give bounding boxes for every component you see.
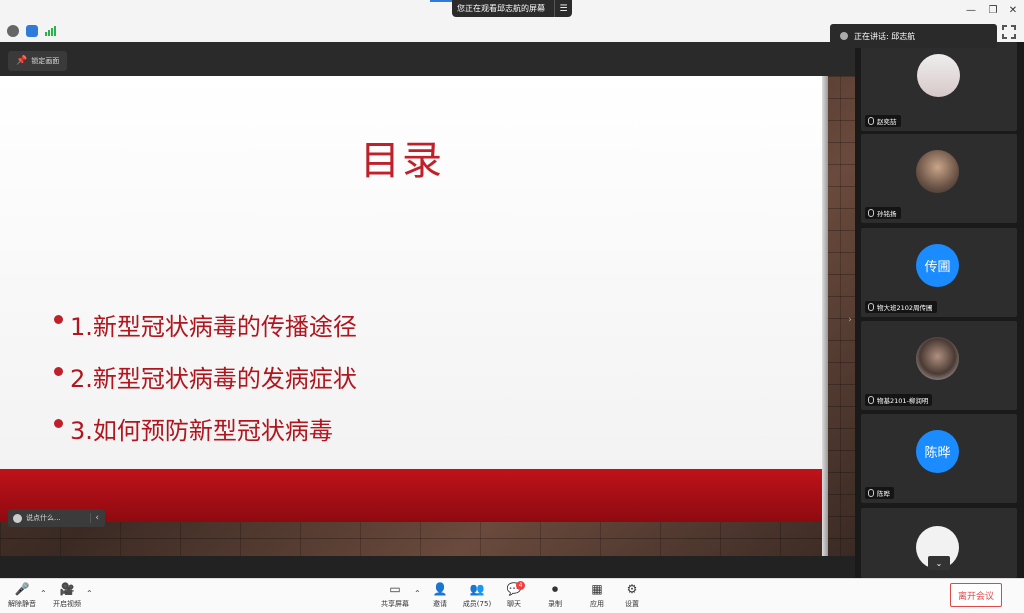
bullet-dot (54, 315, 63, 324)
participant-name: 赵奕喆 (865, 115, 901, 127)
leave-meeting-button[interactable]: 离开会议 (950, 583, 1002, 607)
gear-icon: ⚙ (626, 582, 638, 596)
scroll-down-icon[interactable]: ⌄ (928, 556, 950, 570)
avatar: 传圃 (916, 244, 959, 287)
bullet-dot (54, 367, 63, 376)
apps-label: 应用 (590, 600, 604, 608)
mic-icon (868, 396, 874, 404)
participant-name: 陈晔 (865, 487, 894, 499)
slide-bullet: 3.如何预防新型冠状病毒 (54, 411, 333, 446)
start-video-button[interactable]: 🎥 开启视频 (47, 581, 87, 609)
chat-button[interactable]: 💬 4 聊天 (494, 581, 534, 609)
avatar: 陈晔 (916, 430, 959, 473)
emoji-icon[interactable] (13, 513, 22, 523)
chat-input[interactable]: 说点什么... ‹ (8, 509, 105, 527)
invite-icon: 👤 (432, 582, 448, 596)
invite-label: 邀请 (433, 600, 447, 608)
mic-icon (868, 209, 874, 217)
speaking-text: 正在讲话: 邱志航 (854, 31, 916, 41)
members-icon: 👥 (469, 582, 485, 596)
lock-screen-label: 锁定画面 (31, 57, 60, 65)
slide-bullet: 2.新型冠状病毒的发病症状 (54, 359, 357, 394)
mic-icon (868, 489, 874, 497)
bullet-text: 2.新型冠状病毒的发病症状 (70, 365, 357, 393)
slide-edge (822, 76, 828, 556)
stage-bottom-strip (0, 556, 855, 578)
viewing-banner[interactable]: 您正在观看邱志航的屏幕 ☰ (452, 0, 572, 17)
avatar (916, 337, 959, 380)
audio-options-caret-icon[interactable]: ⌃ (40, 589, 47, 598)
speaking-indicator: 正在讲话: 邱志航 (830, 24, 997, 48)
presentation-slide: 目录 1.新型冠状病毒的传播途径 2.新型冠状病毒的发病症状 3.如何预防新型冠… (0, 76, 822, 511)
apps-grid-icon: ▦ (591, 582, 603, 596)
members-label: 成员(75) (462, 600, 492, 608)
pin-icon: 📌 (16, 56, 28, 66)
share-screen-label: 共享屏幕 (381, 600, 409, 608)
record-label: 录制 (548, 600, 562, 608)
slide-title: 目录 (360, 138, 444, 184)
participant-name: 孙铭扬 (865, 207, 901, 219)
lock-screen-button[interactable]: 📌 锁定画面 (8, 51, 68, 71)
participant-tile[interactable]: 孙铭扬 (861, 134, 1017, 223)
unmute-button[interactable]: 🎤 解除静音 (2, 581, 42, 609)
members-button[interactable]: 👥 成员(75) (457, 581, 497, 609)
mic-muted-icon: 🎤 (14, 582, 30, 596)
shield-icon[interactable] (26, 25, 38, 37)
participant-tile[interactable]: 传圃 物大班2102周传圃 (861, 228, 1017, 317)
bullet-dot (54, 419, 63, 428)
mic-icon (868, 303, 874, 311)
sidebar-collapse-icon[interactable]: › (845, 310, 855, 330)
participant-name: 物基2101-柳润明 (865, 394, 933, 406)
viewing-banner-text: 您正在观看邱志航的屏幕 (457, 4, 545, 13)
minimize-button[interactable]: — (962, 2, 980, 18)
slide-bullet: 1.新型冠状病毒的传播途径 (54, 307, 357, 342)
apps-button[interactable]: ▦ 应用 (577, 581, 617, 609)
settings-label: 设置 (625, 600, 639, 608)
record-icon: ⏺ (551, 581, 558, 596)
chat-input-placeholder: 说点什么... (26, 514, 61, 522)
title-bar: 您正在观看邱志航的屏幕 ☰ — ❐ ✕ (0, 0, 1024, 20)
shared-screen-stage: 📌 锁定画面 目录 1.新型冠状病毒的传播途径 2.新型冠状病毒的发病症状 3.… (0, 42, 855, 578)
mic-icon (868, 117, 874, 125)
fullscreen-icon[interactable] (1001, 24, 1017, 40)
share-screen-icon: ▭ (389, 582, 401, 596)
info-icon[interactable] (7, 25, 19, 37)
stage-top-strip: 📌 锁定画面 (0, 42, 855, 76)
chat-badge: 4 (516, 581, 525, 590)
bullet-text: 3.如何预防新型冠状病毒 (70, 417, 333, 445)
participant-sidebar: › ⌃ 赵奕喆 孙铭扬 传圃 物大班2102周传圃 物基2101-柳润明 陈晔 … (848, 42, 1024, 578)
unmute-label: 解除静音 (8, 600, 36, 608)
slide-red-band (0, 469, 822, 522)
participant-tile[interactable]: 赵奕喆 (861, 42, 1017, 131)
settings-button[interactable]: ⚙ 设置 (612, 581, 652, 609)
signal-icon[interactable] (45, 26, 56, 36)
avatar (916, 150, 959, 193)
restore-button[interactable]: ❐ (984, 2, 1002, 18)
camera-off-icon: 🎥 (59, 582, 75, 596)
list-icon[interactable]: ☰ (554, 0, 572, 17)
start-video-label: 开启视频 (53, 600, 81, 608)
collapse-chevron-icon[interactable]: ‹ (90, 513, 99, 523)
close-button[interactable]: ✕ (1004, 2, 1022, 18)
invite-button[interactable]: 👤 邀请 (420, 581, 460, 609)
share-screen-button[interactable]: ▭ 共享屏幕 (375, 581, 415, 609)
bullet-text: 1.新型冠状病毒的传播途径 (70, 313, 357, 341)
meeting-toolbar: 🎤 解除静音 ⌃ 🎥 开启视频 ⌃ ▭ 共享屏幕 ⌃ 👤 邀请 👥 成员(75)… (0, 578, 1024, 613)
avatar (917, 54, 960, 97)
tab-indicator (430, 0, 452, 2)
record-button[interactable]: ⏺ 录制 (535, 581, 575, 609)
video-options-caret-icon[interactable]: ⌃ (86, 589, 93, 598)
participant-tile[interactable]: 陈晔 陈晔 (861, 414, 1017, 503)
participant-name: 物大班2102周传圃 (865, 301, 937, 313)
chat-label: 聊天 (507, 600, 521, 608)
speaker-avatar (840, 32, 848, 40)
participant-tile[interactable]: 物基2101-柳润明 (861, 321, 1017, 410)
